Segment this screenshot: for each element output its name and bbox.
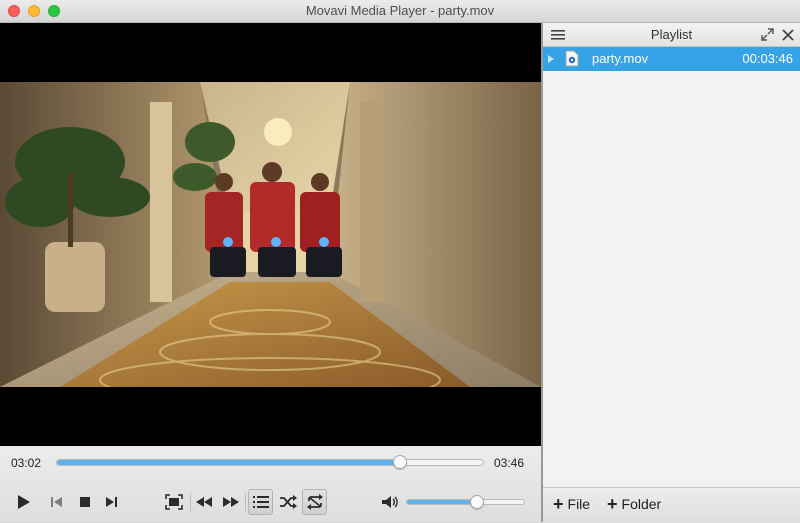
add-file-button[interactable]: + File <box>553 494 591 514</box>
playlist-item-duration: 00:03:46 <box>742 51 793 66</box>
toolbar-separator <box>245 493 246 513</box>
play-icon <box>18 495 30 509</box>
window-title: Movavi Media Player - party.mov <box>305 3 495 18</box>
add-file-label: File <box>567 496 591 512</box>
volume-icon <box>382 496 398 508</box>
seek-progress <box>57 460 400 465</box>
shuffle-icon <box>280 495 297 509</box>
plus-icon: + <box>553 494 564 514</box>
volume-level <box>407 500 478 504</box>
play-button[interactable] <box>12 489 36 515</box>
seek-slider[interactable] <box>56 455 484 469</box>
current-time: 03:02 <box>11 456 42 470</box>
previous-icon <box>51 497 62 507</box>
playlist-item-name: party.mov <box>592 51 649 66</box>
playlist-footer: + File + Folder <box>543 487 800 523</box>
fullscreen-icon <box>165 494 183 510</box>
seek-handle[interactable] <box>392 455 407 469</box>
volume-button[interactable] <box>380 489 400 515</box>
toolbar-separator <box>190 493 191 513</box>
previous-button[interactable] <box>46 489 68 515</box>
playlist-expand-button[interactable] <box>761 28 774 46</box>
rewind-button[interactable] <box>193 489 215 515</box>
volume-handle[interactable] <box>470 495 485 509</box>
playlist-toggle-button[interactable] <box>248 489 273 515</box>
video-frame <box>0 82 541 387</box>
next-icon <box>106 497 117 507</box>
rewind-icon <box>196 497 212 507</box>
expand-icon <box>761 28 774 41</box>
playlist-icon <box>252 496 269 508</box>
total-time: 03:46 <box>494 456 525 470</box>
plus-icon: + <box>607 494 618 514</box>
repeat-button[interactable] <box>302 489 327 515</box>
playlist-panel: Playlist party.mov 00:03:46 + File + Fol… <box>543 23 800 523</box>
video-file-icon <box>565 50 579 67</box>
video-area[interactable] <box>0 23 541 446</box>
stop-button[interactable] <box>74 489 96 515</box>
now-playing-icon <box>548 55 554 63</box>
fullscreen-button[interactable] <box>162 489 186 515</box>
playlist-header: Playlist <box>543 23 800 47</box>
control-bar: 03:02 03:46 <box>0 446 541 522</box>
fast-forward-button[interactable] <box>220 489 242 515</box>
playlist-item[interactable]: party.mov 00:03:46 <box>543 47 800 71</box>
volume-slider[interactable] <box>406 495 525 509</box>
next-button[interactable] <box>100 489 122 515</box>
playlist-close-button[interactable] <box>782 28 794 46</box>
shuffle-button[interactable] <box>276 489 300 515</box>
add-folder-button[interactable]: + Folder <box>607 494 662 514</box>
title-bar: Movavi Media Player - party.mov <box>0 0 800 23</box>
add-folder-label: Folder <box>621 496 662 512</box>
repeat-icon <box>306 494 323 510</box>
close-icon <box>782 29 794 41</box>
fast-forward-icon <box>223 497 239 507</box>
stop-icon <box>80 497 90 507</box>
